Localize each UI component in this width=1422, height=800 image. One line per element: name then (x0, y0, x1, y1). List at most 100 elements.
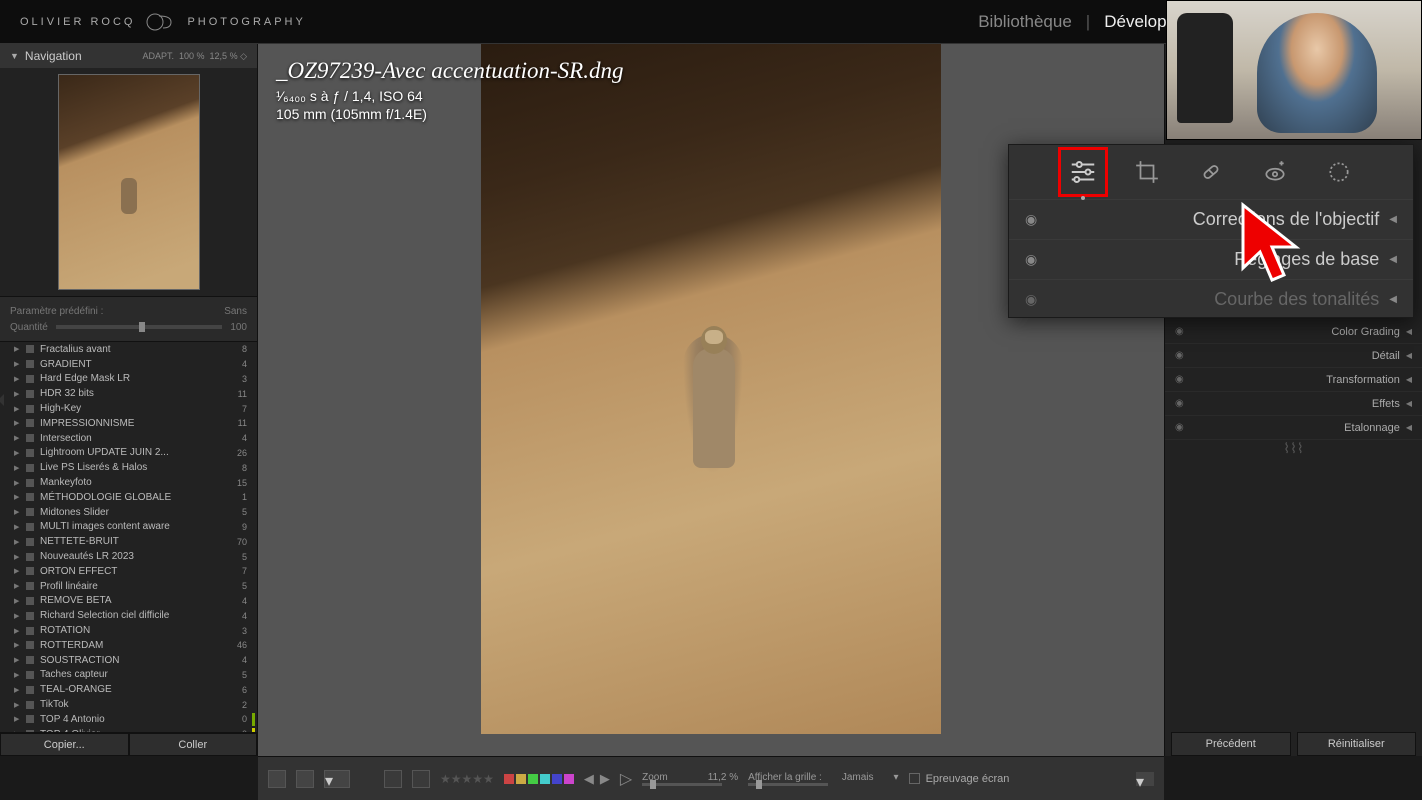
preset-folder[interactable]: ▶Nouveautés LR 20235 (0, 549, 257, 564)
panel-transformation[interactable]: ◉Transformation◀ (1165, 368, 1422, 392)
panel-detail[interactable]: ◉Détail◀ (1165, 344, 1422, 368)
eye-icon[interactable]: ◉ (1175, 350, 1184, 361)
flag-icon[interactable] (384, 770, 402, 788)
image-filename: _OZ97239-Avec accentuation-SR.dng (276, 58, 623, 84)
navigator-preview[interactable] (0, 68, 257, 296)
crop-icon[interactable] (1129, 154, 1165, 190)
previous-button[interactable]: Précédent (1171, 732, 1291, 756)
preset-folder[interactable]: ▶Live PS Liserés & Halos8 (0, 460, 257, 475)
panel-label: Effets (1372, 398, 1400, 410)
panel-color-grading[interactable]: ◉Color Grading◀ (1165, 320, 1422, 344)
preset-folder[interactable]: ▶SOUSTRACTION4 (0, 653, 257, 668)
preset-count: 70 (237, 537, 247, 547)
flag-reject-icon[interactable] (412, 770, 430, 788)
panel-etalonnage[interactable]: ◉Etalonnage◀ (1165, 416, 1422, 440)
checkbox-icon[interactable] (909, 773, 920, 784)
preset-name: Midtones Slider (40, 507, 109, 518)
color-swatch[interactable] (540, 774, 550, 784)
preset-folder[interactable]: ▶Hard Edge Mask LR3 (0, 372, 257, 387)
grid-value[interactable]: Jamais (842, 772, 874, 783)
next-photo-icon[interactable]: ▶ (600, 771, 610, 787)
eye-icon[interactable]: ◉ (1025, 291, 1037, 308)
navigator-thumbnail[interactable] (58, 74, 200, 290)
preset-folder[interactable]: ▶High-Key7 (0, 401, 257, 416)
copy-button[interactable]: Copier... (0, 733, 129, 756)
panel-effets[interactable]: ◉ Effets ◀ (1165, 392, 1422, 416)
panel-tone-curve[interactable]: ◉ Courbe des tonalités ◀ (1009, 279, 1413, 319)
eye-icon[interactable]: ◉ (1025, 251, 1037, 268)
redeye-icon[interactable] (1257, 154, 1293, 190)
eye-icon[interactable]: ◉ (1175, 422, 1184, 433)
preset-folder[interactable]: ▶ROTATION3 (0, 623, 257, 638)
main-image[interactable] (481, 44, 941, 734)
soft-proof-toggle[interactable]: Epreuvage écran (909, 773, 1010, 785)
edit-sliders-icon[interactable] (1065, 154, 1101, 190)
mask-icon[interactable] (1321, 154, 1357, 190)
preset-folder[interactable]: ▶TOP 4 Olivier0 (0, 727, 257, 732)
play-icon[interactable]: ▷ (620, 769, 632, 789)
preset-count: 11 (238, 418, 247, 428)
quantity-slider[interactable] (56, 325, 223, 329)
color-swatch[interactable] (564, 774, 574, 784)
preset-folder[interactable]: ▶MULTI images content aware9 (0, 520, 257, 535)
loupe-view-icon[interactable] (268, 770, 286, 788)
preset-folder[interactable]: ▶ROTTERDAM46 (0, 638, 257, 653)
chevron-right-icon: ▶ (14, 464, 19, 472)
preset-name: ROTATION (40, 625, 90, 636)
preset-folder[interactable]: ▶TEAL-ORANGE6 (0, 682, 257, 697)
preset-folder[interactable]: ▶TikTok2 (0, 697, 257, 712)
preset-folder[interactable]: ▶TOP 4 Antonio0 (0, 712, 257, 727)
chevron-right-icon: ▶ (14, 612, 19, 620)
preset-folder[interactable]: ▶Fractalius avant8 (0, 342, 257, 357)
preset-folder[interactable]: ▶GRADIENT4 (0, 357, 257, 372)
chevron-right-icon: ▶ (14, 419, 19, 427)
eye-icon[interactable]: ◉ (1175, 326, 1184, 337)
toolbar-options-icon[interactable]: ▾ (1136, 772, 1154, 786)
preset-param-label: Paramètre prédéfini : (10, 306, 103, 317)
grid-slider[interactable] (748, 783, 828, 786)
left-panel-collapse-icon[interactable] (0, 394, 4, 406)
before-after-icon[interactable]: ▾ (324, 770, 350, 788)
eye-icon[interactable]: ◉ (1025, 211, 1037, 228)
paste-button[interactable]: Coller (129, 733, 258, 756)
compare-view-icon[interactable] (296, 770, 314, 788)
preset-folder[interactable]: ▶Richard Selection ciel difficile4 (0, 608, 257, 623)
navigator-header[interactable]: ▼ Navigation ADAPT. 100 % 12,5 % ◇ (0, 44, 257, 68)
preset-list[interactable]: ▶Fractalius avant8▶GRADIENT4▶Hard Edge M… (0, 342, 257, 732)
reset-button[interactable]: Réinitialiser (1297, 732, 1417, 756)
color-swatch[interactable] (504, 774, 514, 784)
preset-folder[interactable]: ▶Intersection4 (0, 431, 257, 446)
tool-strip (1009, 145, 1413, 199)
heal-icon[interactable] (1193, 154, 1229, 190)
preset-folder[interactable]: ▶REMOVE BETA4 (0, 594, 257, 609)
preset-folder[interactable]: ▶ORTON EFFECT7 (0, 564, 257, 579)
module-bibliotheque[interactable]: Bibliothèque (978, 12, 1072, 32)
color-swatch[interactable] (516, 774, 526, 784)
preset-folder[interactable]: ▶HDR 32 bits11 (0, 386, 257, 401)
preset-folder[interactable]: ▶Mankeyfoto15 (0, 475, 257, 490)
chevron-right-icon: ▶ (14, 390, 19, 398)
folder-icon (26, 671, 34, 679)
folder-icon (26, 538, 34, 546)
preset-folder[interactable]: ▶Midtones Slider5 (0, 505, 257, 520)
preset-folder[interactable]: ▶Taches capteur5 (0, 668, 257, 683)
preset-folder[interactable]: ▶Profil linéaire5 (0, 579, 257, 594)
eye-icon[interactable]: ◉ (1175, 398, 1184, 409)
preset-folder[interactable]: ▶IMPRESSIONNISME11 (0, 416, 257, 431)
prev-photo-icon[interactable]: ◀ (584, 771, 594, 787)
eye-icon[interactable]: ◉ (1175, 374, 1184, 385)
preset-folder[interactable]: ▶NETTETE-BRUIT70 (0, 534, 257, 549)
grid-control: Afficher la grille :Jamais▾ (748, 772, 898, 786)
chevron-left-icon: ◀ (1406, 399, 1412, 408)
nav-zoom-mode[interactable]: ADAPT. 100 % 12,5 % ◇ (142, 51, 247, 62)
panel-basic[interactable]: ◉ Réglages de base ◀ (1009, 239, 1413, 279)
chevron-right-icon: ▶ (14, 582, 19, 590)
preset-folder[interactable]: ▶MÉTHODOLOGIE GLOBALE1 (0, 490, 257, 505)
rating-stars[interactable]: ★★★★★ (440, 770, 494, 788)
panel-lens-corrections[interactable]: ◉ Corrections de l'objectif ◀ (1009, 199, 1413, 239)
color-swatch[interactable] (552, 774, 562, 784)
preset-folder[interactable]: ▶Lightroom UPDATE JUIN 2...26 (0, 446, 257, 461)
folder-icon (26, 449, 34, 457)
color-swatch[interactable] (528, 774, 538, 784)
zoom-slider[interactable] (642, 783, 722, 786)
